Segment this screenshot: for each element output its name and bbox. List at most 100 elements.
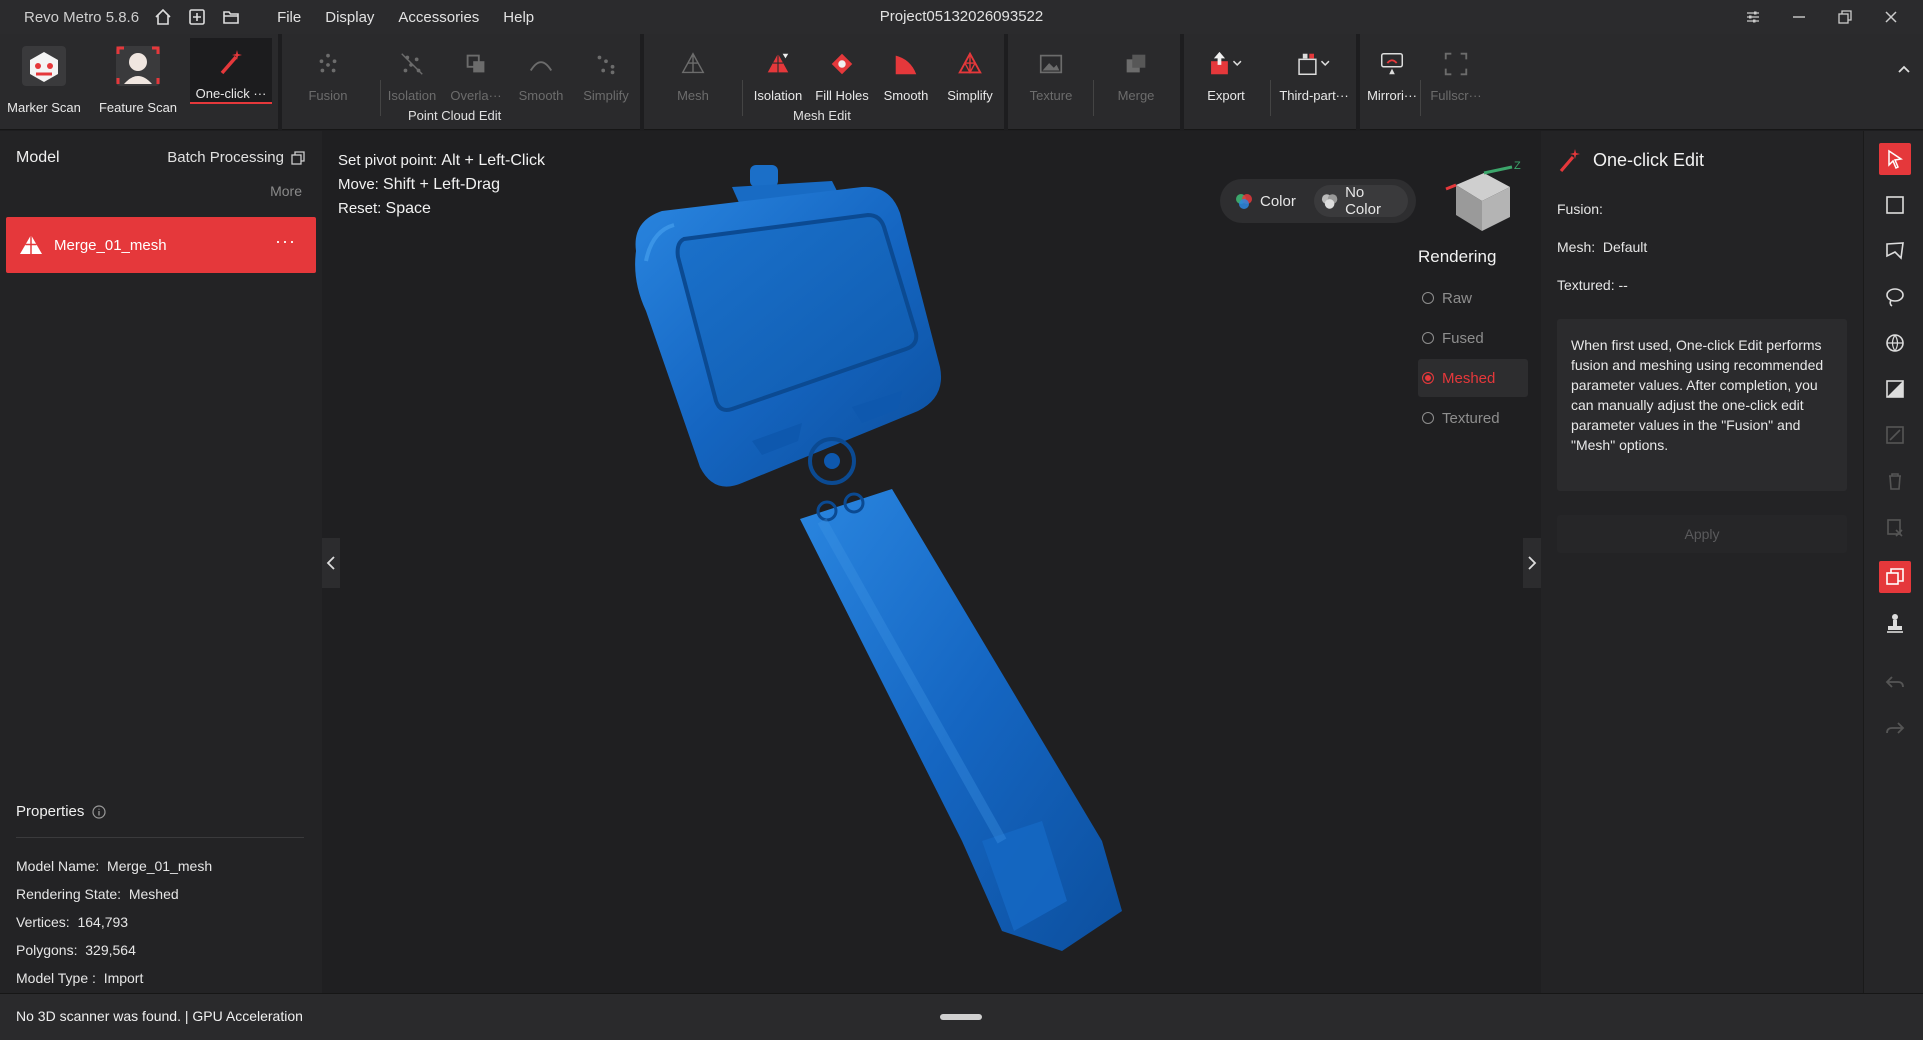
collapse-ribbon-icon[interactable] <box>1895 60 1913 78</box>
close-icon[interactable] <box>1879 5 1903 29</box>
export-button[interactable]: Export <box>1190 40 1262 130</box>
rendering-meshed-option[interactable]: Meshed <box>1418 359 1528 397</box>
properties-header: Properties <box>16 803 106 820</box>
isolation-mesh-icon <box>758 44 798 84</box>
minimize-icon[interactable] <box>1787 5 1811 29</box>
delete-button[interactable] <box>1879 465 1911 497</box>
simplify-pc-label: Simplify <box>583 88 629 103</box>
rendering-fused-option[interactable]: Fused <box>1418 319 1528 357</box>
no-color-option[interactable]: No Color <box>1313 184 1408 218</box>
model-more-menu[interactable]: ··· <box>275 231 296 252</box>
menu-help[interactable]: Help <box>503 9 534 26</box>
smooth-mesh-button[interactable]: Smooth <box>870 40 942 130</box>
collapse-right-panel-button[interactable] <box>1523 538 1541 588</box>
ribbon-toolbar: Marker Scan Feature Scan One-click ··· F… <box>0 34 1923 130</box>
selection-tool-column <box>1863 131 1923 993</box>
undo-button[interactable] <box>1879 667 1911 699</box>
menu-display[interactable]: Display <box>325 9 374 26</box>
polygon-select-button[interactable] <box>1879 235 1911 267</box>
cursor-icon <box>1888 149 1903 170</box>
fullscreen-button[interactable]: Fullscr··· <box>1420 40 1492 130</box>
mesh-button[interactable]: Mesh <box>657 40 729 130</box>
fusion-label: Fusion <box>308 88 348 103</box>
mirroring-label: Mirrori··· <box>1367 88 1417 103</box>
navigation-hints: Set pivot point: Alt + Left-Click Move: … <box>338 149 545 221</box>
copy-selection-button[interactable] <box>1879 561 1911 593</box>
fullscreen-icon <box>1436 44 1476 84</box>
mesh-icon <box>673 44 713 84</box>
export-icon <box>1206 44 1246 84</box>
collapse-left-panel-button[interactable] <box>322 538 340 588</box>
color-mode-toggle: Color No Color <box>1220 179 1416 223</box>
home-icon[interactable] <box>153 7 173 27</box>
smooth-mesh-icon <box>886 44 926 84</box>
info-message: When first used, One-click Edit performs… <box>1557 319 1847 491</box>
restore-icon[interactable] <box>1833 5 1857 29</box>
view-cube[interactable]: Z <box>1434 159 1524 239</box>
batch-processing-button[interactable]: Batch Processing <box>167 149 306 166</box>
clear-selection-button[interactable] <box>1879 511 1911 543</box>
invert-select-button[interactable] <box>1879 419 1911 451</box>
polygon-select-icon <box>1886 242 1904 260</box>
feature-scan-icon <box>110 40 166 96</box>
feature-scan-button[interactable]: Feature Scan <box>99 40 177 130</box>
menu-file[interactable]: File <box>277 9 301 26</box>
model-list-item[interactable]: Merge_01_mesh ··· <box>6 217 316 273</box>
select-cursor-button[interactable] <box>1879 143 1911 175</box>
merge-label: Merge <box>1117 88 1155 103</box>
fusion-button[interactable]: Fusion <box>292 40 364 130</box>
property-polygons: Polygons: 329,564 <box>16 942 136 958</box>
third-party-button[interactable]: Third-part··· <box>1274 40 1354 130</box>
rendering-textured-option[interactable]: Textured <box>1418 399 1528 437</box>
panel-drag-handle[interactable] <box>940 1014 982 1020</box>
point-cloud-edit-group-label: Point Cloud Edit <box>408 108 502 123</box>
third-party-label: Third-part··· <box>1279 88 1349 103</box>
texture-label: Texture <box>1029 88 1073 103</box>
texture-button[interactable]: Texture <box>1015 40 1087 130</box>
lasso-select-button[interactable] <box>1879 281 1911 313</box>
batch-copy-icon <box>291 150 305 165</box>
color-option[interactable]: Color <box>1228 185 1302 217</box>
model-panel: Model Batch Processing More Merge_01_mes… <box>0 131 322 993</box>
new-project-icon[interactable] <box>187 7 207 27</box>
brush-select-button[interactable] <box>1879 327 1911 359</box>
rendering-raw-option[interactable]: Raw <box>1418 279 1528 317</box>
isolation-points-icon <box>392 44 432 84</box>
property-model-name: Model Name: Merge_01_mesh <box>16 858 213 874</box>
fullscreen-label: Fullscr··· <box>1430 88 1482 103</box>
panel-title: One-click Edit <box>1593 149 1705 170</box>
simplify-pointcloud-button[interactable]: Simplify <box>570 40 642 130</box>
settings-sliders-icon[interactable] <box>1741 5 1765 29</box>
fix-model-button[interactable] <box>1879 607 1911 639</box>
isolation-pc-label: Isolation <box>387 88 437 103</box>
open-folder-icon[interactable] <box>221 7 241 27</box>
properties-title: Properties <box>16 803 85 820</box>
smooth-pointcloud-button[interactable]: Smooth <box>505 40 577 130</box>
app-name: Revo Metro 5.8.6 <box>24 8 140 26</box>
overlap-label: Overla··· <box>450 88 502 103</box>
info-icon[interactable] <box>92 804 106 819</box>
mesh-edit-group-label: Mesh Edit <box>793 108 851 123</box>
rectangle-select-button[interactable] <box>1879 189 1911 221</box>
magic-wand-icon <box>1559 149 1580 173</box>
one-click-edit-button[interactable]: One-click ··· <box>190 38 272 104</box>
plane-select-button[interactable] <box>1879 373 1911 405</box>
more-link[interactable]: More <box>270 183 302 199</box>
simplify-mesh-label: Simplify <box>947 88 993 103</box>
apply-button[interactable]: Apply <box>1557 515 1847 553</box>
merge-button[interactable]: Merge <box>1100 40 1172 130</box>
mirroring-button[interactable]: Mirrori··· <box>1356 40 1428 130</box>
simplify-mesh-button[interactable]: Simplify <box>934 40 1006 130</box>
redo-button[interactable] <box>1879 713 1911 745</box>
undo-icon <box>1885 676 1904 688</box>
marker-scan-label: Marker Scan <box>7 100 81 115</box>
scanned-model[interactable] <box>622 161 1142 971</box>
mesh-model-icon <box>20 235 42 254</box>
smooth-mesh-label: Smooth <box>883 88 929 103</box>
marker-scan-icon <box>16 40 72 96</box>
3d-viewport[interactable]: Set pivot point: Alt + Left-Click Move: … <box>322 131 1541 993</box>
menu-accessories[interactable]: Accessories <box>398 9 479 26</box>
copy-icon <box>1886 568 1904 585</box>
marker-scan-button[interactable]: Marker Scan <box>7 40 81 130</box>
chevron-right-icon <box>1528 556 1537 570</box>
